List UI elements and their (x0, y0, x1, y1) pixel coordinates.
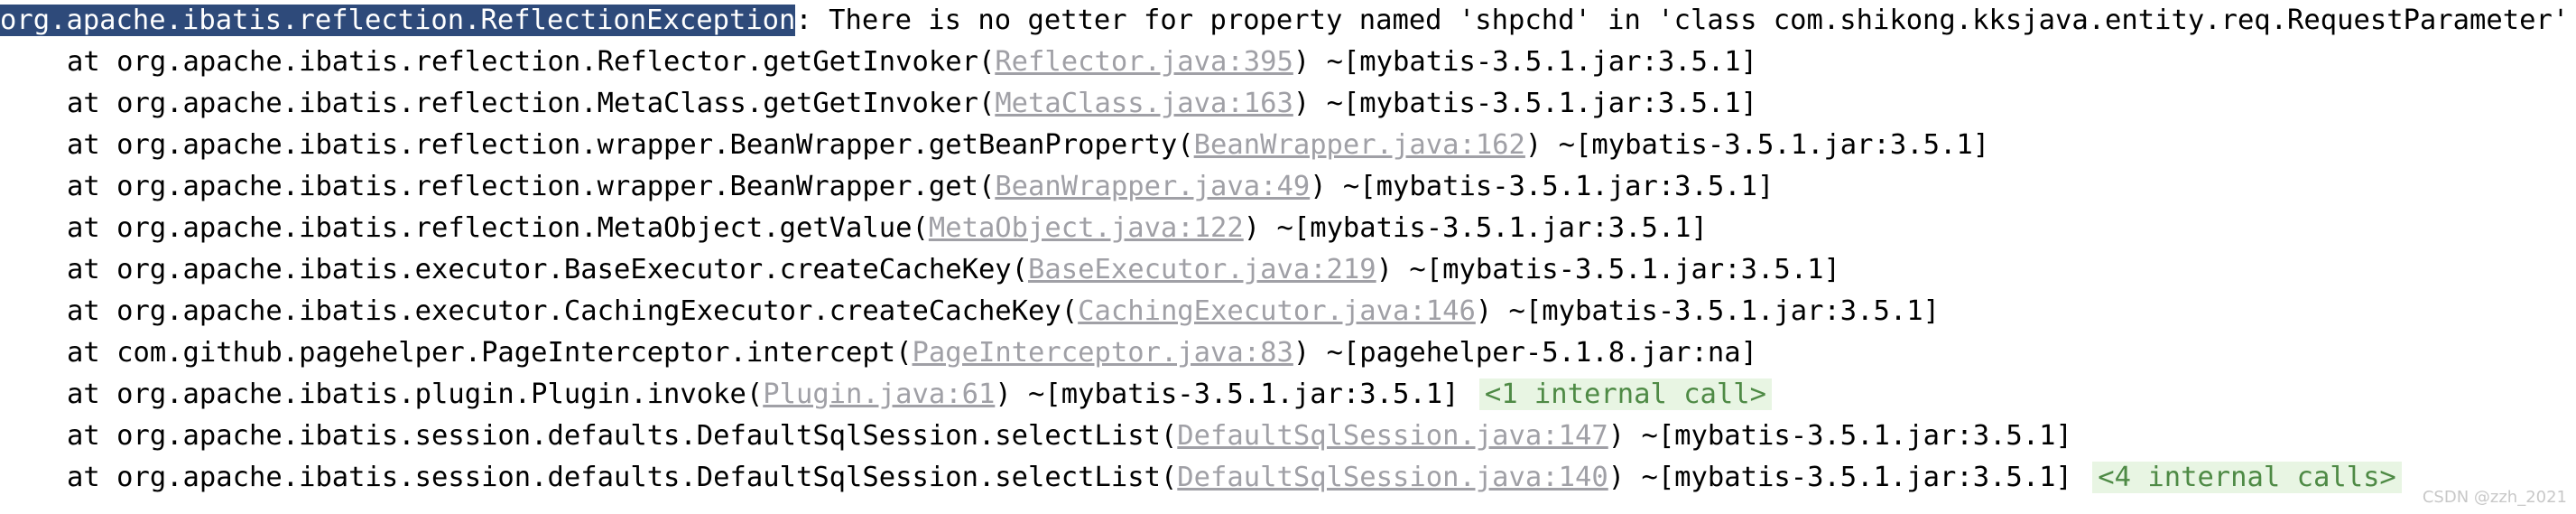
frame-jar: ) ~[pagehelper-5.1.8.jar:na] (1293, 337, 1757, 369)
frame-method: at org.apache.ibatis.reflection.Reflecto… (67, 46, 996, 78)
exception-header-line: org.apache.ibatis.reflection.ReflectionE… (0, 0, 2569, 42)
frame-jar: ) ~[mybatis-3.5.1.jar:3.5.1] (995, 378, 1459, 410)
frame-jar: ) ~[mybatis-3.5.1.jar:3.5.1] (1608, 462, 2072, 493)
stack-frame: at org.apache.ibatis.session.defaults.De… (0, 457, 2402, 499)
exception-class-selected[interactable]: org.apache.ibatis.reflection.ReflectionE… (0, 5, 796, 36)
frame-jar: ) ~[mybatis-3.5.1.jar:3.5.1] (1524, 129, 1990, 161)
source-link[interactable]: MetaClass.java:163 (995, 88, 1293, 119)
frame-jar: ) ~[mybatis-3.5.1.jar:3.5.1] (1293, 88, 1757, 119)
stack-frame: at org.apache.ibatis.reflection.wrapper.… (0, 125, 1989, 166)
source-link[interactable]: Reflector.java:395 (995, 46, 1293, 78)
console-output[interactable]: org.apache.ibatis.reflection.ReflectionE… (0, 0, 2576, 514)
frame-method: at com.github.pagehelper.PageInterceptor… (67, 337, 913, 369)
source-link[interactable]: DefaultSqlSession.java:140 (1177, 462, 1608, 493)
source-link[interactable]: BaseExecutor.java:219 (1028, 254, 1376, 285)
frame-jar: ) ~[mybatis-3.5.1.jar:3.5.1] (1475, 295, 1940, 327)
folded-internal-calls[interactable]: <4 internal calls> (2092, 462, 2402, 493)
frame-method: at org.apache.ibatis.reflection.MetaClas… (67, 88, 996, 119)
frame-jar: ) ~[mybatis-3.5.1.jar:3.5.1] (1243, 212, 1708, 244)
watermark: CSDN @zzh_2021 (2422, 488, 2567, 507)
folded-internal-calls[interactable]: <1 internal call> (1478, 378, 1773, 410)
stack-frame: at org.apache.ibatis.reflection.Reflecto… (0, 42, 1757, 83)
frame-jar: ) ~[mybatis-3.5.1.jar:3.5.1] (1293, 46, 1757, 78)
frame-method: at org.apache.ibatis.reflection.wrapper.… (67, 129, 1194, 161)
stack-frame: at com.github.pagehelper.PageInterceptor… (0, 332, 1757, 374)
frame-method: at org.apache.ibatis.reflection.MetaObje… (67, 212, 929, 244)
frame-method: at org.apache.ibatis.executor.BaseExecut… (67, 254, 1029, 285)
frame-jar: ) ~[mybatis-3.5.1.jar:3.5.1] (1376, 254, 1840, 285)
stack-frame: at org.apache.ibatis.executor.BaseExecut… (0, 249, 1840, 291)
source-link[interactable]: CachingExecutor.java:146 (1078, 295, 1476, 327)
frame-jar: ) ~[mybatis-3.5.1.jar:3.5.1] (1608, 420, 2072, 452)
source-link[interactable]: PageInterceptor.java:83 (913, 337, 1293, 369)
frame-method: at org.apache.ibatis.plugin.Plugin.invok… (67, 378, 764, 410)
source-link[interactable]: Plugin.java:61 (763, 378, 995, 410)
frame-method: at org.apache.ibatis.reflection.wrapper.… (67, 171, 996, 202)
source-link[interactable]: BeanWrapper.java:162 (1194, 129, 1525, 161)
frame-method: at org.apache.ibatis.session.defaults.De… (67, 420, 1178, 452)
stack-frame: at org.apache.ibatis.plugin.Plugin.invok… (0, 374, 1773, 416)
stack-frame: at org.apache.ibatis.reflection.MetaClas… (0, 83, 1757, 125)
exception-message: : There is no getter for property named … (795, 5, 2570, 36)
stack-frame: at org.apache.ibatis.reflection.wrapper.… (0, 166, 1774, 208)
stack-frame: at org.apache.ibatis.executor.CachingExe… (0, 291, 1940, 332)
frame-jar: ) ~[mybatis-3.5.1.jar:3.5.1] (1310, 171, 1774, 202)
frame-method: at org.apache.ibatis.executor.CachingExe… (67, 295, 1079, 327)
stack-frame: at org.apache.ibatis.session.defaults.De… (0, 416, 2072, 457)
stack-frame: at org.apache.ibatis.reflection.MetaObje… (0, 208, 1708, 249)
source-link[interactable]: BeanWrapper.java:49 (995, 171, 1310, 202)
frame-method: at org.apache.ibatis.session.defaults.De… (67, 462, 1178, 493)
source-link[interactable]: MetaObject.java:122 (929, 212, 1244, 244)
source-link[interactable]: DefaultSqlSession.java:147 (1177, 420, 1608, 452)
